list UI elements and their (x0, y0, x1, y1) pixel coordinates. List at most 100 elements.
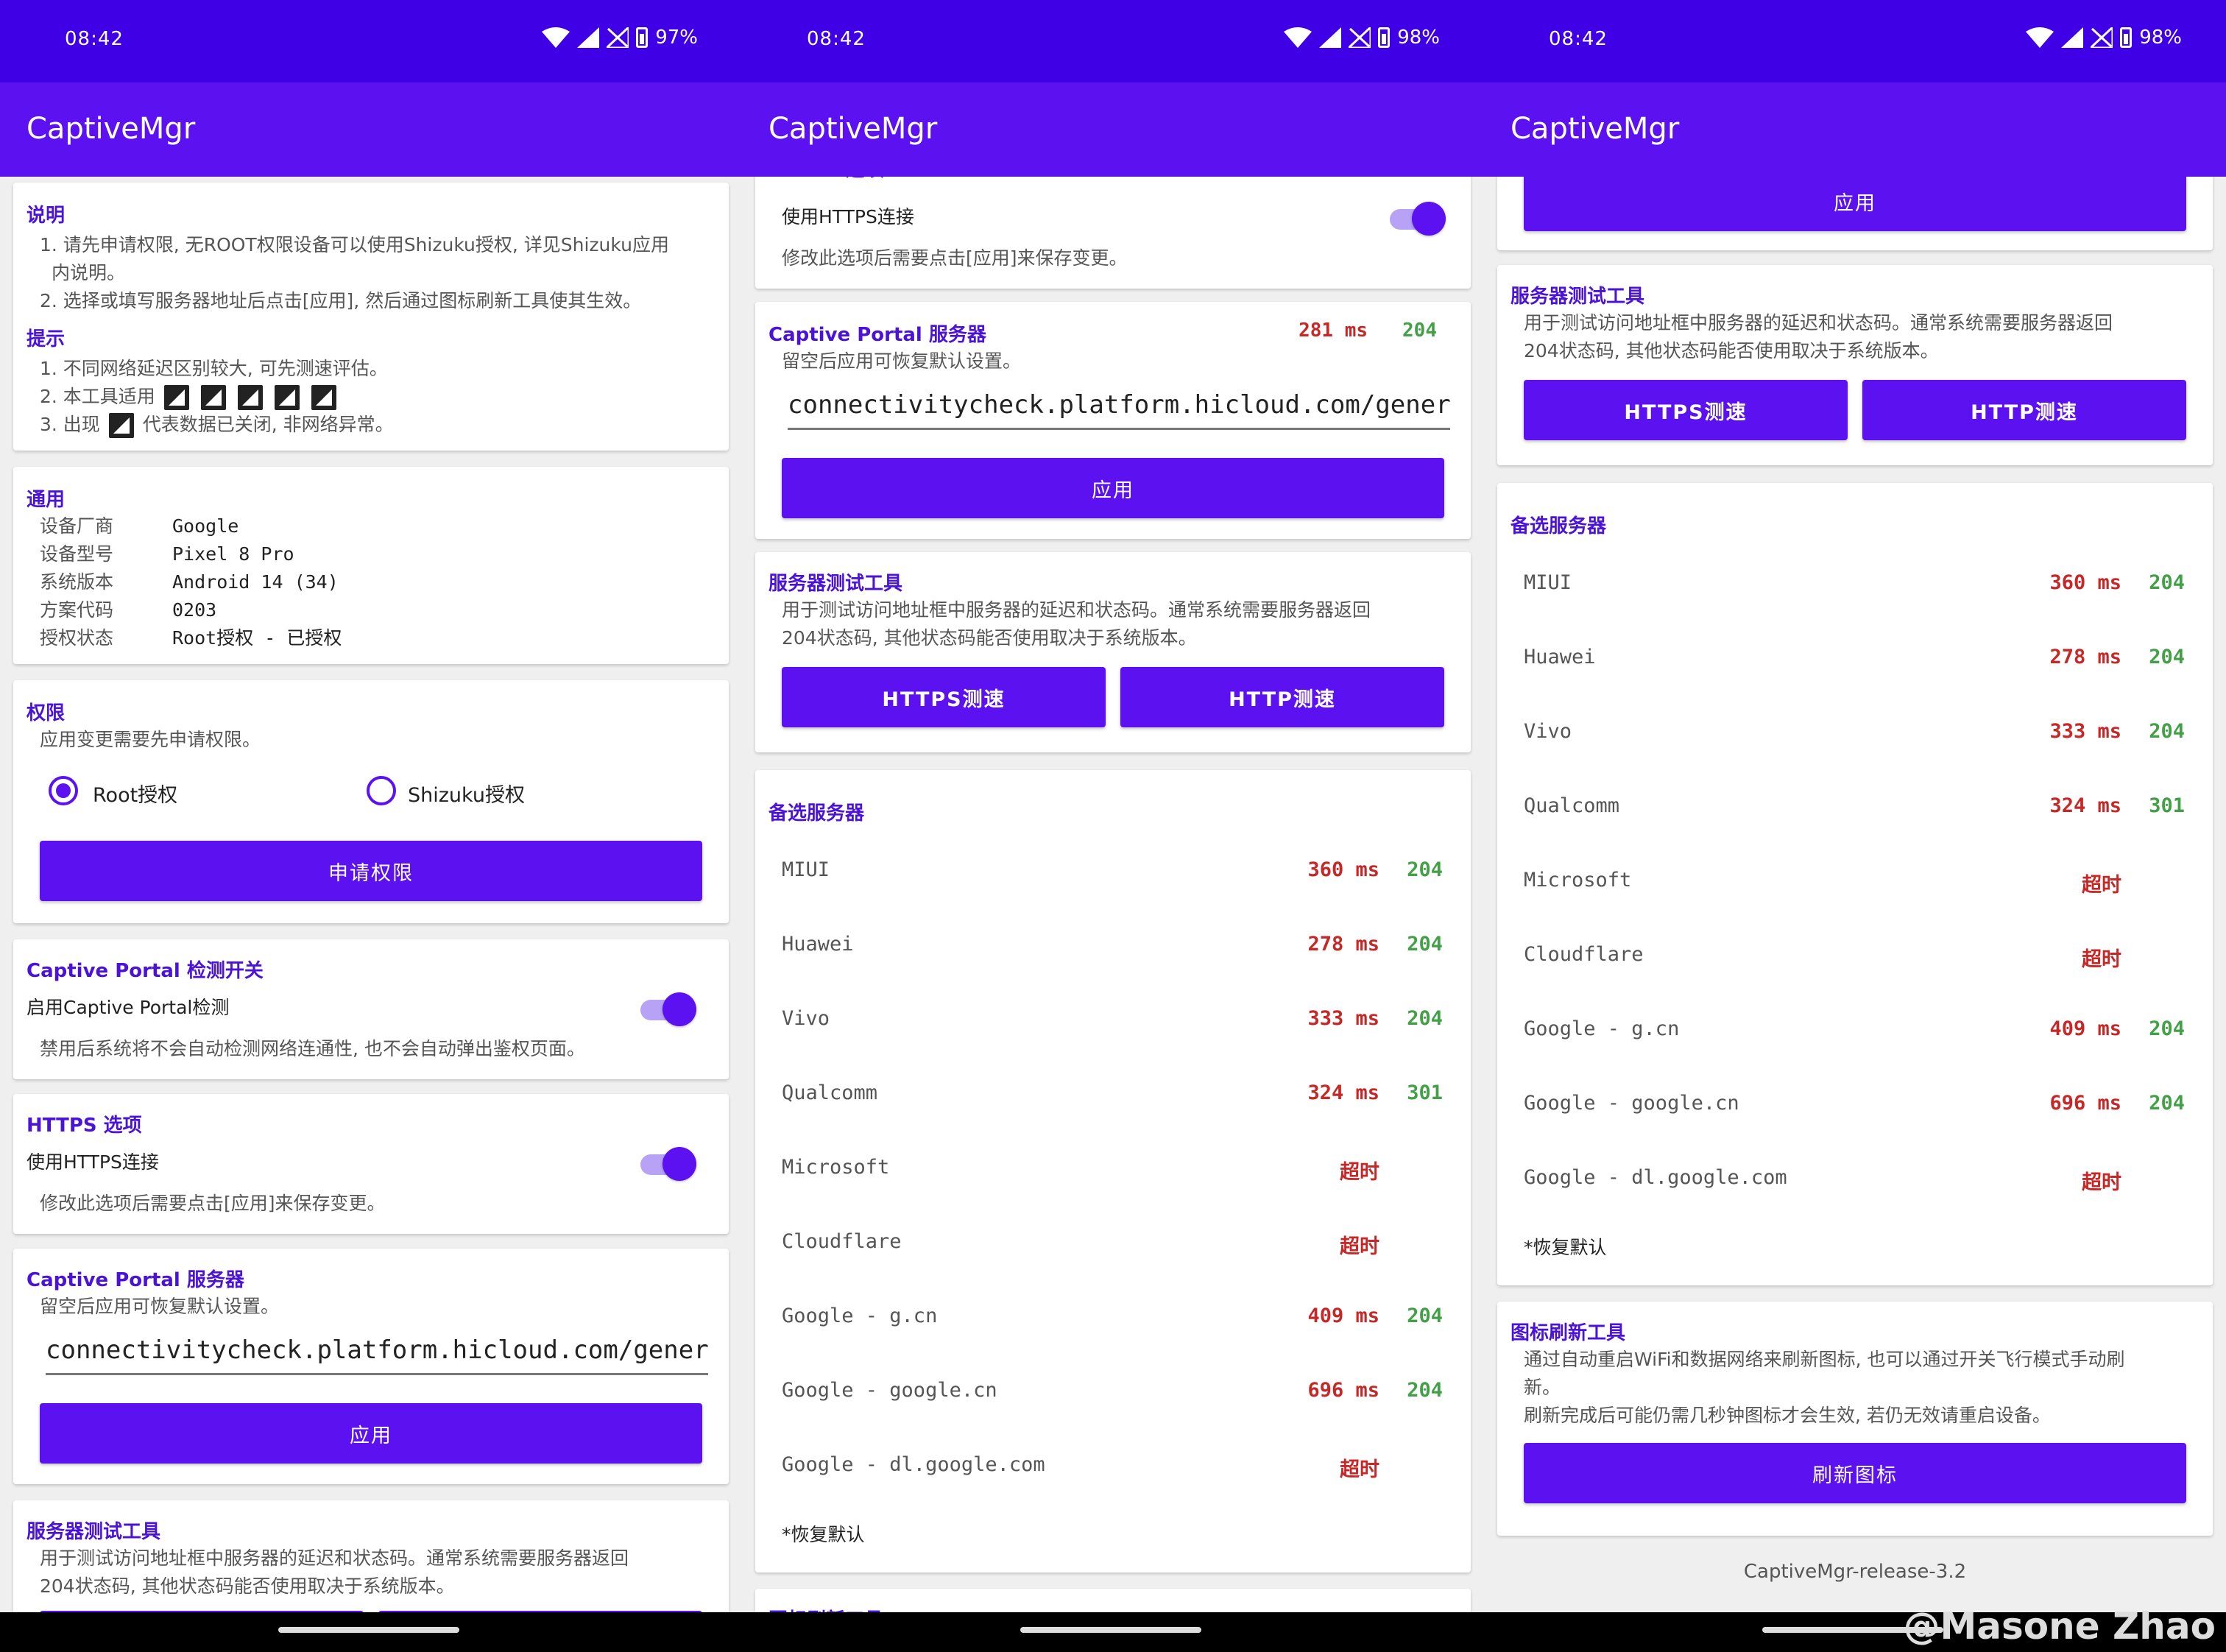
radio-root[interactable] (49, 776, 78, 805)
server-status-code: 204 (1407, 858, 1443, 881)
server-row-huawei[interactable]: Huawei 278 ms 204 (755, 909, 1471, 983)
toggle-thumb (662, 1147, 696, 1181)
http-speed-button[interactable]: HTTP测速 (1862, 380, 2186, 440)
server-latency: 360 ms (2049, 571, 2121, 594)
server-status-code: 204 (2149, 646, 2185, 668)
server-latency: 278 ms (1307, 933, 1379, 956)
server-latency: 409 ms (2049, 1017, 2121, 1040)
server-row-cloudflare[interactable]: Cloudflare 超时 (1497, 919, 2213, 993)
server-name: Huawei (782, 933, 854, 956)
tester-title: 服务器测试工具 (1510, 286, 1645, 308)
home-handle[interactable] (1020, 1627, 1201, 1633)
server-row-qualcomm[interactable]: Qualcomm 324 ms 301 (755, 1058, 1471, 1132)
scroll-content[interactable]: 应用 服务器测试工具 用于测试访问地址框中服务器的延迟和状态码。通常系统需要服务… (1484, 177, 2226, 1612)
server-name: MIUI (782, 858, 830, 881)
scroll-content[interactable]: HTTPS 选项 使用HTTPS连接 修改此选项后需要点击[应用]来保存变更。 … (742, 177, 1484, 1612)
server-row-qualcomm[interactable]: Qualcomm 324 ms 301 (1497, 771, 2213, 844)
server-name: Google - google.cn (782, 1379, 997, 1402)
permission-card: 权限 应用变更需要先申请权限。 Root授权 Shizuku授权 申请权限 (13, 680, 729, 923)
server-row-miui[interactable]: MIUI 360 ms 204 (1497, 548, 2213, 621)
intro-card: 说明 1. 请先申请权限, 无ROOT权限设备可以使用Shizuku授权, 详见… (13, 183, 729, 451)
server-input[interactable]: connectivitycheck.platform.hicloud.com/g… (46, 1331, 708, 1375)
refresh-desc-2: 新。 (1524, 1377, 1561, 1398)
radio-root-label[interactable]: Root授权 (93, 779, 177, 808)
server-status-code: 204 (1407, 1007, 1443, 1030)
alternates-title: 备选服务器 (768, 802, 865, 825)
phone-screen-3: 08:42 98% CaptiveMgr 应用 服务器测试工具 用于测试访问地址… (1484, 0, 2226, 1652)
tester-desc-1: 用于测试访问地址框中服务器的延迟和状态码。通常系统需要服务器返回 (1524, 312, 2113, 333)
status-icons: 97% (542, 27, 698, 49)
server-row-google-googlecn[interactable]: Google - google.cn 696 ms 204 (1497, 1068, 2213, 1142)
server-row-miui[interactable]: MIUI 360 ms 204 (755, 835, 1471, 908)
status-time: 08:42 (65, 28, 124, 50)
server-latency: 409 ms (1307, 1305, 1379, 1327)
home-handle[interactable] (278, 1627, 459, 1633)
server-name: Microsoft (782, 1156, 890, 1179)
captive-switch-title: Captive Portal 检测开关 (26, 960, 264, 982)
server-card: Captive Portal 服务器 留空后应用可恢复默认设置。 connect… (13, 1249, 729, 1484)
info-label-vendor: 设备厂商 (40, 515, 114, 537)
server-name: Microsoft (1524, 869, 1632, 892)
screenshot-stage: 08:42 97% CaptiveMgr 说明 1. 请先申请权限, 无ROOT… (0, 0, 2226, 1652)
server-status-code: 204 (2149, 571, 2185, 594)
server-row-google-dl[interactable]: Google - dl.google.com 超时 (755, 1430, 1471, 1503)
status-bar: 08:42 98% (742, 0, 1484, 82)
server-row-microsoft[interactable]: Microsoft 超时 (1497, 845, 2213, 919)
server-name: Qualcomm (782, 1081, 878, 1104)
info-label-scheme: 方案代码 (40, 599, 114, 621)
server-latency: 324 ms (1307, 1081, 1379, 1104)
server-latency: 324 ms (2049, 794, 2121, 817)
https-speed-button[interactable]: HTTPS测速 (1524, 380, 1848, 440)
server-row-google-dl[interactable]: Google - dl.google.com 超时 (1497, 1143, 2213, 1216)
data-off-icon (108, 413, 134, 438)
radio-shizuku[interactable] (367, 776, 396, 805)
app-title: CaptiveMgr (26, 112, 196, 146)
server-input[interactable]: connectivitycheck.platform.hicloud.com/g… (788, 386, 1450, 430)
server-latency: 278 ms (2049, 646, 2121, 668)
info-value-scheme: 0203 (172, 599, 217, 621)
server-status-code: 301 (1407, 1081, 1443, 1104)
server-desc: 留空后应用可恢复默认设置。 (782, 350, 1022, 372)
server-row-google-gcn[interactable]: Google - g.cn 409 ms 204 (1497, 994, 2213, 1067)
refresh-title: 图标刷新工具 (768, 1605, 883, 1612)
https-speed-button[interactable]: HTTPS测速 (782, 667, 1106, 727)
request-permission-button[interactable]: 申请权限 (40, 841, 702, 901)
captive-switch-toggle[interactable] (640, 991, 696, 1028)
battery-icon (1378, 27, 1391, 48)
server-apply-button[interactable]: 应用 (40, 1403, 702, 1464)
server-row-vivo[interactable]: Vivo 333 ms 204 (755, 984, 1471, 1057)
server-card: 应用 (1497, 177, 2213, 250)
https-card: HTTPS 选项 使用HTTPS连接 修改此选项后需要点击[应用]来保存变更。 (755, 177, 1471, 289)
data-off-icon (607, 27, 629, 48)
server-row-google-googlecn[interactable]: Google - google.cn 696 ms 204 (755, 1355, 1471, 1429)
battery-percent: 97% (655, 27, 698, 49)
server-name: Google - google.cn (1524, 1092, 1739, 1115)
https-toggle[interactable] (1390, 200, 1446, 237)
tip-line-1: 1. 不同网络延迟区别较大, 可先测速评估。 (40, 358, 388, 379)
server-row-huawei[interactable]: Huawei 278 ms 204 (1497, 622, 2213, 696)
toggle-thumb (662, 992, 696, 1026)
data-off-icon (2091, 27, 2113, 48)
server-apply-button[interactable]: 应用 (1524, 177, 2186, 231)
https-toggle[interactable] (640, 1146, 696, 1182)
server-row-google-gcn[interactable]: Google - g.cn 409 ms 204 (755, 1281, 1471, 1355)
server-apply-button[interactable]: 应用 (782, 458, 1444, 518)
server-row-cloudflare[interactable]: Cloudflare 超时 (755, 1207, 1471, 1280)
server-latency: 超时 (2082, 1171, 2121, 1194)
nav-bar (0, 1612, 742, 1652)
radio-shizuku-label[interactable]: Shizuku授权 (408, 779, 525, 808)
restore-default-link[interactable]: *恢复默认 (782, 1521, 865, 1549)
tester-card: 服务器测试工具 用于测试访问地址框中服务器的延迟和状态码。通常系统需要服务器返回… (755, 552, 1471, 752)
server-title: Captive Portal 服务器 (26, 1269, 244, 1291)
server-row-microsoft[interactable]: Microsoft 超时 (755, 1132, 1471, 1206)
restore-default-link[interactable]: *恢复默认 (1524, 1234, 1607, 1262)
https-label: 使用HTTPS连接 (26, 1151, 159, 1173)
server-row-vivo[interactable]: Vivo 333 ms 204 (1497, 696, 2213, 770)
scroll-content[interactable]: 说明 1. 请先申请权限, 无ROOT权限设备可以使用Shizuku授权, 详见… (0, 177, 742, 1612)
phone-screen-2: 08:42 98% CaptiveMgr HTTPS 选项 使用HTTPS连接 … (742, 0, 1484, 1652)
toggle-thumb (1412, 202, 1446, 236)
tip-line-3-suffix: 代表数据已关闭, 非网络异常。 (142, 414, 394, 435)
refresh-icon-button[interactable]: 刷新图标 (1524, 1443, 2186, 1503)
http-speed-button[interactable]: HTTP测速 (1120, 667, 1444, 727)
tester-desc-2: 204状态码, 其他状态码能否使用取决于系统版本。 (40, 1575, 455, 1597)
